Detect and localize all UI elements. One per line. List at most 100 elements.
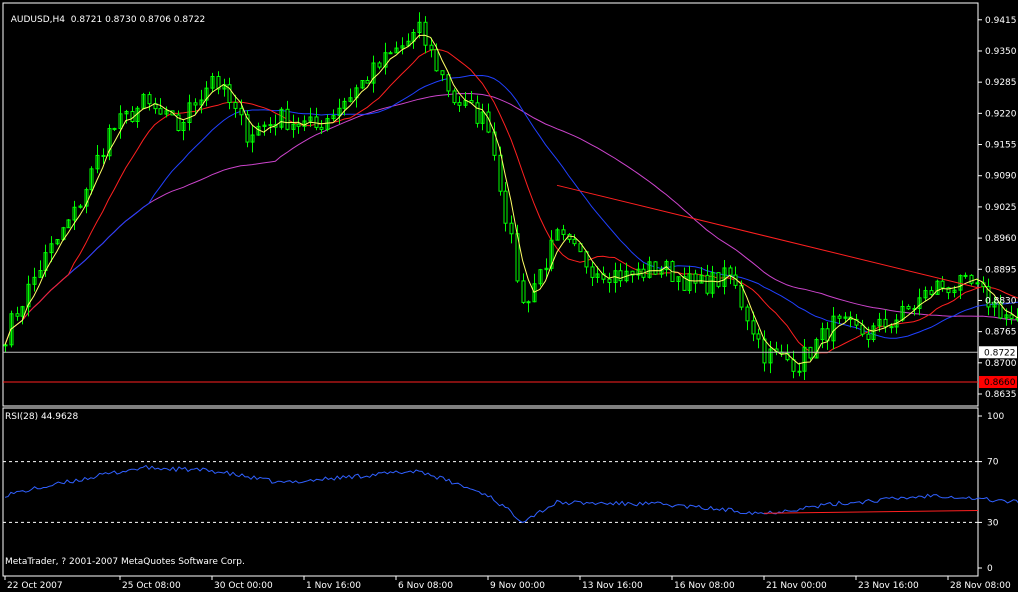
candle-48 <box>279 107 284 130</box>
time-tick-label: 22 Oct 2007 <box>7 581 63 591</box>
candle-body <box>906 305 911 310</box>
chart-background <box>0 0 1018 592</box>
price-tick-label: 0.8765 <box>985 328 1017 338</box>
candle-62 <box>360 79 365 90</box>
candle-124 <box>716 272 721 289</box>
chart-canvas[interactable]: 0.9415 0.9350 0.9285 0.9220 0.9155 0.9090 0.90… <box>0 0 1018 592</box>
rsi-tick-label: 70 <box>987 458 999 468</box>
candle-body <box>268 124 273 127</box>
support-price-tag: 0.8660 <box>984 378 1016 388</box>
candle-body <box>791 359 796 372</box>
time-tick-label: 9 Nov 00:00 <box>490 581 545 591</box>
candle-body <box>503 190 508 224</box>
candle-168 <box>969 274 974 286</box>
candle-body <box>429 44 434 51</box>
candle-body <box>365 79 370 84</box>
candle-151 <box>871 322 876 343</box>
candle-body <box>745 306 750 322</box>
candle-140 <box>808 346 813 361</box>
price-tick-label: 0.9090 <box>985 172 1017 182</box>
last-price-tag: 0.8722 <box>984 348 1016 358</box>
time-tick-label: 28 Nov 08:00 <box>950 581 1011 591</box>
candle-body <box>423 21 428 46</box>
candle-body <box>475 102 480 124</box>
ohlc-label: 0.8721 0.8730 0.8706 0.8722 <box>70 15 206 25</box>
candle-body <box>388 52 393 55</box>
time-tick-label: 13 Nov 16:00 <box>582 581 643 591</box>
candle-11 <box>66 219 71 229</box>
candle-body <box>314 116 319 128</box>
candle-body <box>1009 314 1014 319</box>
candle-body <box>607 278 612 283</box>
symbol-label: AUDUSD,H4 <box>10 15 65 25</box>
candle-113 <box>653 261 658 276</box>
candle-body <box>860 324 865 335</box>
time-tick-label: 30 Oct 00:00 <box>214 581 273 591</box>
candle-body <box>3 344 8 347</box>
candle-body <box>751 320 756 335</box>
time-tick-label: 23 Nov 16:00 <box>858 581 919 591</box>
candle-body <box>653 261 658 275</box>
price-tick-label: 0.9285 <box>985 78 1017 88</box>
price-tick-label: 0.9415 <box>985 16 1017 26</box>
candle-body <box>239 107 244 116</box>
candle-body <box>296 123 301 127</box>
candle-body <box>446 74 451 92</box>
candle-body <box>233 102 238 109</box>
time-tick-label: 1 Nov 16:00 <box>306 581 361 591</box>
rsi-tick-label: 0 <box>987 564 993 574</box>
price-tick-label: 0.9350 <box>985 47 1017 57</box>
candle-body <box>929 290 934 295</box>
candle-body <box>693 273 698 284</box>
candle-24 <box>141 92 146 110</box>
candle-body <box>521 280 526 303</box>
candle-body <box>889 326 894 329</box>
price-tick-label: 0.8635 <box>985 390 1017 400</box>
time-tick-label: 16 Nov 08:00 <box>674 581 735 591</box>
price-tick-label: 0.9155 <box>985 141 1017 151</box>
candle-body <box>762 338 767 364</box>
candle-body <box>969 274 974 284</box>
price-tick-label: 0.8830 <box>985 296 1017 306</box>
candle-body <box>797 370 802 373</box>
candle-body <box>440 70 445 76</box>
candle-body <box>705 274 710 294</box>
chart-header: AUDUSD,H4 0.8721 0.8730 0.8706 0.8722 <box>5 5 206 25</box>
candle-body <box>866 333 871 340</box>
candle-body <box>561 229 566 235</box>
price-tick-label: 0.8895 <box>985 265 1017 275</box>
candle-body <box>377 62 382 68</box>
candle-body <box>837 315 842 319</box>
candle-body <box>457 102 462 106</box>
candle-body <box>526 301 531 304</box>
candle-18 <box>107 124 112 161</box>
candle-body <box>618 270 623 282</box>
candle-body <box>975 282 980 285</box>
price-tick-label: 0.9025 <box>985 203 1017 213</box>
candle-body <box>434 49 439 72</box>
rsi-label: RSI(28) 44.9628 <box>5 412 79 422</box>
candle-body <box>728 267 733 276</box>
candle-body <box>193 102 198 106</box>
candle-body <box>963 274 968 277</box>
candle-body <box>567 233 572 240</box>
candle-body <box>883 318 888 328</box>
candle-body <box>940 280 945 289</box>
rsi-tick-label: 30 <box>987 518 999 528</box>
candle-body <box>590 266 595 278</box>
candle-body <box>112 127 117 130</box>
time-tick-label: 6 Nov 08:00 <box>398 581 453 591</box>
candle-93 <box>538 268 543 287</box>
time-tick-label: 21 Nov 00:00 <box>766 581 827 591</box>
time-tick-label: 25 Oct 08:00 <box>122 581 181 591</box>
candle-body <box>319 126 324 130</box>
candle-body <box>509 222 514 235</box>
copyright-text: MetaTrader, ? 2001-2007 MetaQuotes Softw… <box>5 557 245 567</box>
price-tick-label: 0.8700 <box>985 359 1017 369</box>
rsi-tick-label: 100 <box>987 412 1004 422</box>
candle-body <box>572 238 577 245</box>
candle-body <box>452 90 457 104</box>
candle-body <box>756 333 761 340</box>
candle-body <box>285 108 290 130</box>
candle-body <box>716 272 721 287</box>
